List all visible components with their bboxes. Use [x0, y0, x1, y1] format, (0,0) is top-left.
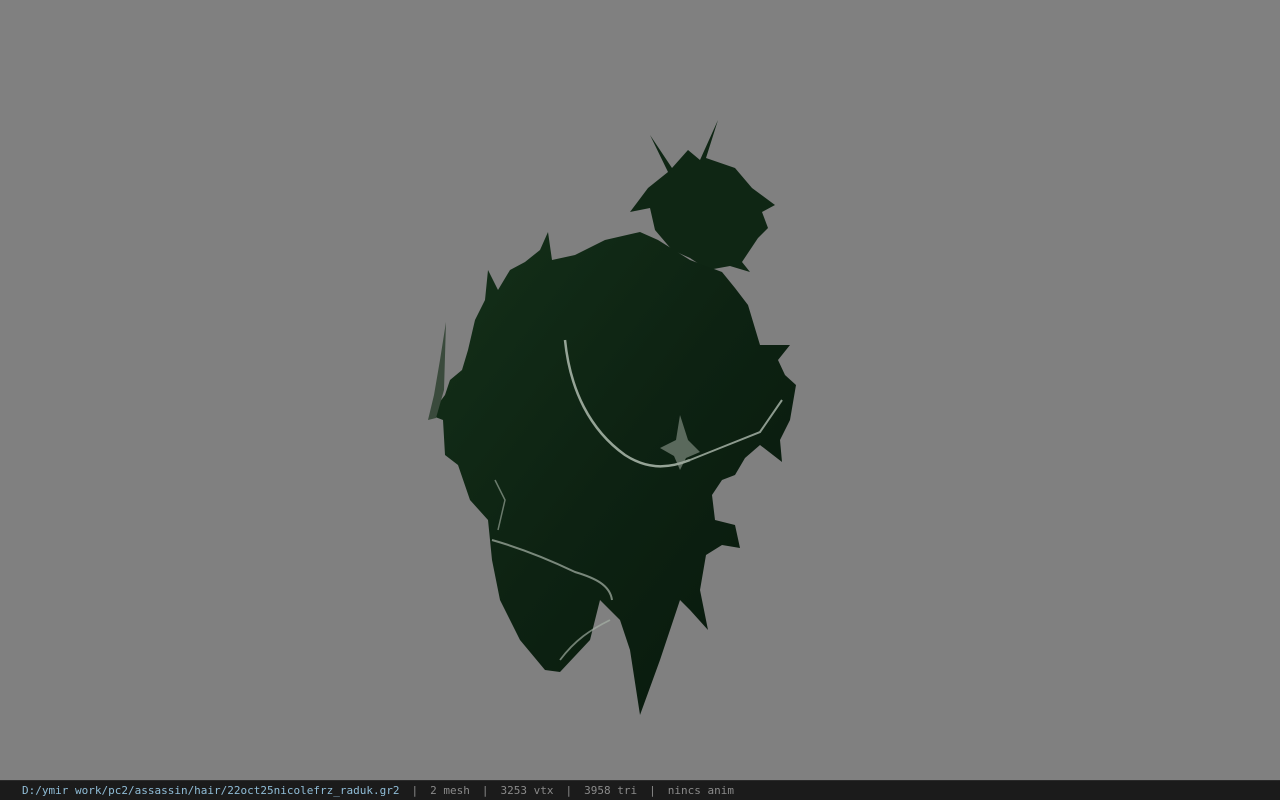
hair-model-render — [428, 120, 796, 715]
3d-viewport[interactable] — [0, 0, 1280, 780]
status-separator: | — [565, 784, 573, 797]
status-separator: | — [481, 784, 489, 797]
triangle-count-label: 3958 tri — [584, 784, 638, 797]
vertex-count-label: 3253 vtx — [500, 784, 554, 797]
status-separator: | — [649, 784, 656, 797]
mesh-count-label: 2 mesh — [430, 784, 470, 797]
hair-main — [430, 232, 796, 715]
status-bar: D:/ymir work/pc2/assassin/hair/22oct25ni… — [0, 780, 1280, 800]
file-path-label: D:/ymir work/pc2/assassin/hair/22oct25ni… — [22, 784, 400, 797]
animation-status-label: nincs anim — [667, 784, 734, 797]
status-separator: | — [411, 784, 419, 797]
